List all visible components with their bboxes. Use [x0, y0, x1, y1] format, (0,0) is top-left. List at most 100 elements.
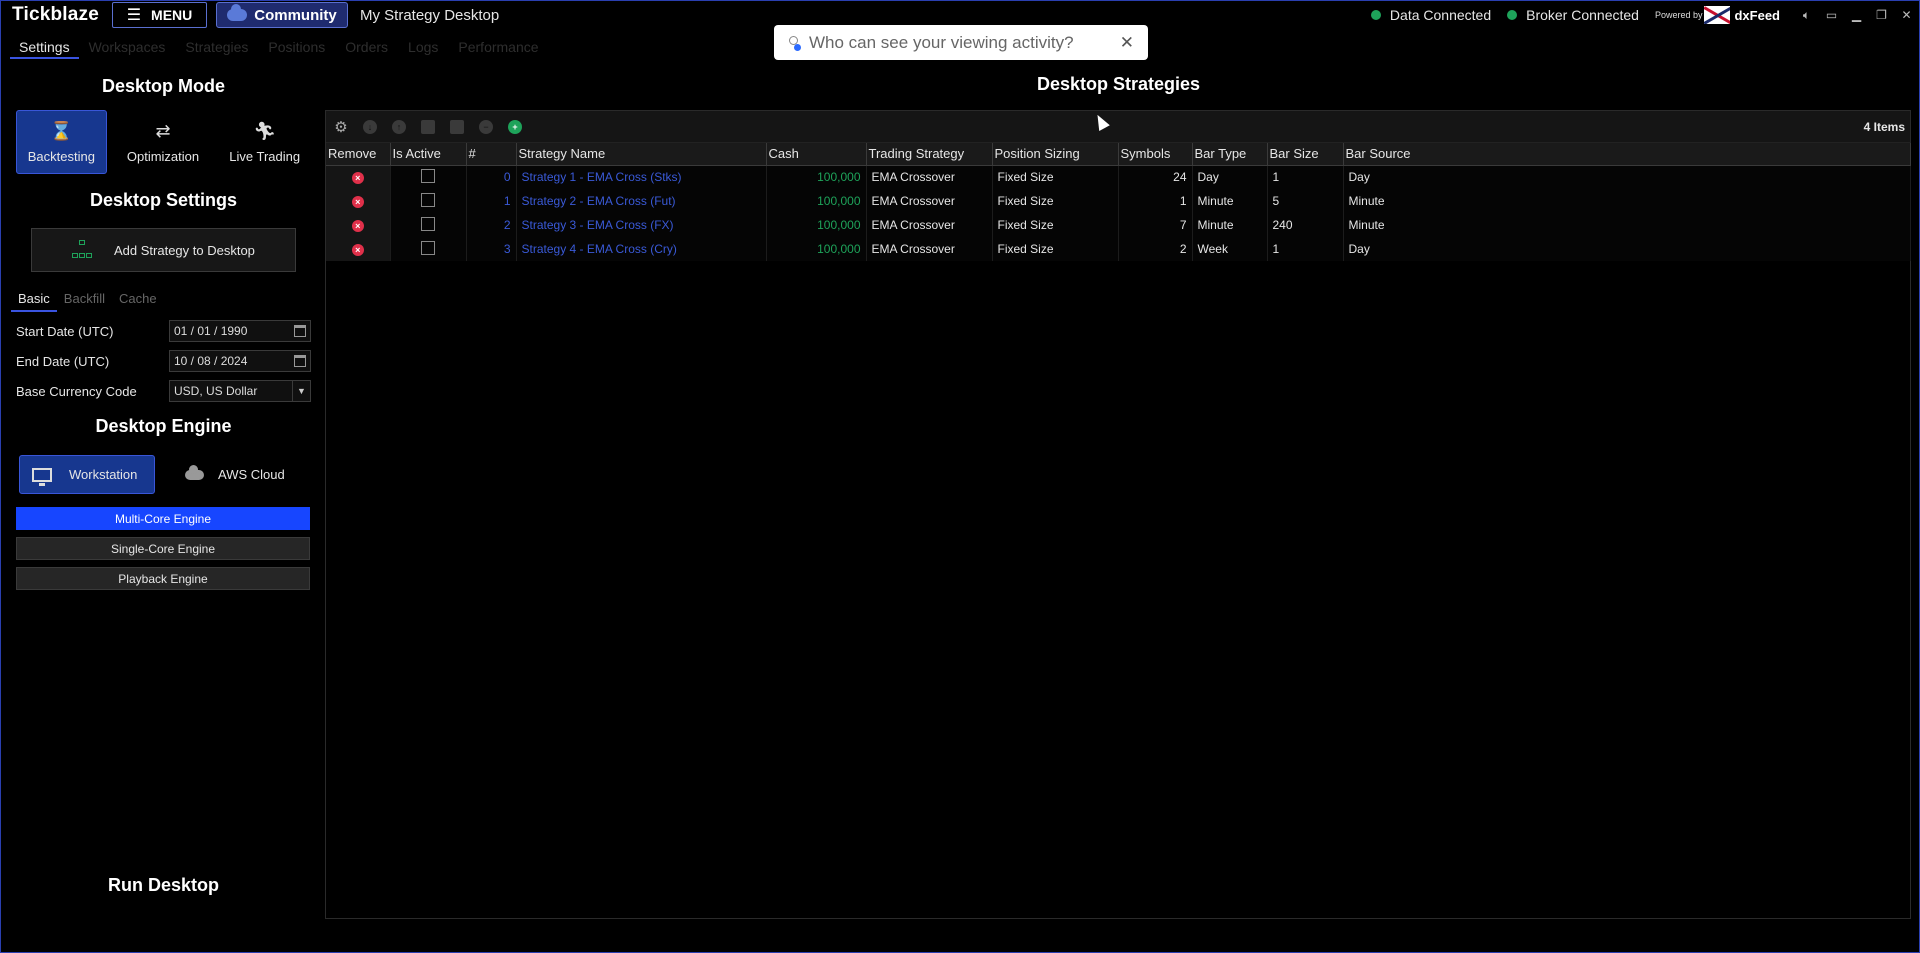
is-active-checkbox[interactable]	[421, 168, 435, 183]
tab-positions[interactable]: Positions	[258, 35, 335, 59]
bar-source-value: Minute	[1343, 213, 1911, 237]
row-number: 0	[466, 165, 517, 189]
symbols-value: 2	[1118, 237, 1193, 261]
aws-cloud-button[interactable]: AWS Cloud	[185, 455, 285, 494]
tab-settings[interactable]: Settings	[10, 35, 79, 59]
start-date-field[interactable]: 01 / 01 / 1990	[169, 320, 311, 342]
close-window-icon[interactable]: ✕	[1894, 8, 1919, 22]
col-bar-type[interactable]: Bar Type	[1192, 143, 1268, 166]
end-date-label: End Date (UTC)	[16, 353, 110, 369]
run-desktop-title: Run Desktop	[107, 875, 219, 895]
remove-row-icon[interactable]: ×	[351, 220, 364, 232]
table-row[interactable]: × 2 Strategy 3 - EMA Cross (FX) 100,000 …	[326, 213, 1911, 237]
tab-strategies[interactable]: Strategies	[175, 35, 258, 59]
desktop-engine-title: Desktop Engine	[95, 416, 232, 436]
community-button[interactable]: Community	[216, 2, 348, 28]
col-position-sizing[interactable]: Position Sizing	[992, 143, 1119, 166]
restore-panel-icon[interactable]: ▭	[1819, 8, 1844, 22]
move-down-icon[interactable]: ↓	[363, 119, 377, 134]
menu-button[interactable]: ☰ MENU	[112, 2, 207, 28]
chevron-down-icon[interactable]: ▼	[292, 381, 310, 401]
col-number[interactable]: #	[466, 143, 517, 166]
active-cell	[390, 189, 467, 213]
cash-value: 100,000	[766, 189, 867, 213]
strategy-name-link[interactable]: Strategy 4 - EMA Cross (Cry)	[516, 237, 767, 261]
playback-engine-button[interactable]: Playback Engine	[16, 567, 310, 590]
strategy-name-link[interactable]: Strategy 2 - EMA Cross (Fut)	[516, 189, 767, 213]
col-bar-source[interactable]: Bar Source	[1343, 143, 1911, 166]
col-cash[interactable]: Cash	[766, 143, 867, 166]
maximize-icon[interactable]: ❐	[1869, 8, 1894, 22]
calendar-icon[interactable]	[294, 355, 306, 367]
cloud-icon	[185, 464, 204, 480]
subtab-basic[interactable]: Basic	[11, 290, 57, 312]
col-remove[interactable]: Remove	[326, 143, 391, 166]
row-number: 2	[466, 213, 517, 237]
remove-row-icon[interactable]: ×	[351, 196, 364, 208]
minimize-icon[interactable]: ▁	[1844, 8, 1869, 22]
table-row[interactable]: × 0 Strategy 1 - EMA Cross (Stks) 100,00…	[326, 165, 1911, 189]
close-icon[interactable]: ✕	[1120, 33, 1134, 53]
hierarchy-icon	[72, 240, 92, 260]
strategies-table: Remove Is Active # Strategy Name Cash Tr…	[326, 143, 1911, 261]
move-up-icon[interactable]: ↑	[392, 119, 406, 134]
is-active-checkbox[interactable]	[421, 192, 435, 207]
feed-name: dxFeed	[1734, 7, 1780, 23]
mode-optimization-button[interactable]: ⇄ Optimization	[118, 110, 209, 174]
end-date-field[interactable]: 10 / 08 / 2024	[169, 350, 311, 372]
remove-row-icon[interactable]: ×	[351, 172, 364, 185]
col-bar-size[interactable]: Bar Size	[1267, 143, 1344, 166]
subtab-cache[interactable]: Cache	[112, 290, 164, 312]
currency-value: USD, US Dollar	[174, 384, 258, 398]
remove-cell: ×	[326, 189, 391, 213]
table-row[interactable]: × 3 Strategy 4 - EMA Cross (Cry) 100,000…	[326, 237, 1911, 261]
copy-icon[interactable]	[421, 119, 435, 134]
tab-workspaces[interactable]: Workspaces	[79, 35, 176, 59]
engine-location-selector: Workstation AWS Cloud	[19, 455, 285, 494]
multi-core-engine-button[interactable]: Multi-Core Engine	[16, 507, 310, 530]
tab-logs[interactable]: Logs	[398, 35, 448, 59]
add-icon[interactable]: +	[508, 119, 522, 134]
speaker-icon[interactable]: 🔈︎	[1794, 8, 1819, 23]
person-icon	[787, 35, 801, 51]
bar-size-value: 1	[1267, 237, 1344, 261]
single-core-engine-button[interactable]: Single-Core Engine	[16, 537, 310, 560]
end-date-value: 10 / 08 / 2024	[174, 354, 248, 368]
bar-source-value: Minute	[1343, 189, 1911, 213]
runner-icon: 🏃︎	[253, 120, 277, 141]
is-active-checkbox[interactable]	[421, 216, 435, 231]
subtab-backfill[interactable]: Backfill	[57, 290, 112, 312]
calendar-icon[interactable]	[294, 325, 306, 337]
mode-live-trading-button[interactable]: 🏃︎ Live Trading	[219, 110, 310, 174]
settings-panel: Desktop Mode ⌛ Backtesting ⇄ Optimizatio…	[1, 59, 326, 953]
col-is-active[interactable]: Is Active	[390, 143, 467, 166]
end-date-row: End Date (UTC) 10 / 08 / 2024	[16, 349, 311, 373]
status-area: Data Connected Broker Connected Powered …	[1370, 1, 1919, 29]
workstation-button[interactable]: Workstation	[19, 455, 155, 494]
col-strategy-name[interactable]: Strategy Name	[516, 143, 767, 166]
hourglass-icon: ⌛	[50, 120, 73, 141]
is-active-checkbox[interactable]	[421, 240, 435, 255]
add-strategy-button[interactable]: Add Strategy to Desktop	[31, 228, 296, 272]
symbols-value: 24	[1118, 165, 1193, 189]
strategy-name-link[interactable]: Strategy 3 - EMA Cross (FX)	[516, 213, 767, 237]
col-symbols[interactable]: Symbols	[1118, 143, 1193, 166]
col-trading-strategy[interactable]: Trading Strategy	[866, 143, 993, 166]
gear-icon[interactable]: ⚙	[334, 119, 348, 136]
edit-icon[interactable]	[450, 119, 464, 134]
bar-type-value: Minute	[1192, 213, 1268, 237]
mode-backtesting-button[interactable]: ⌛ Backtesting	[16, 110, 107, 174]
mode-label: Live Trading	[229, 148, 301, 164]
strategy-name-link[interactable]: Strategy 1 - EMA Cross (Stks)	[516, 165, 767, 189]
mode-selector: ⌛ Backtesting ⇄ Optimization 🏃︎ Live Tra…	[16, 110, 321, 174]
trading-strategy-value: EMA Crossover	[866, 213, 993, 237]
tab-performance[interactable]: Performance	[448, 35, 548, 59]
tab-orders[interactable]: Orders	[335, 35, 398, 59]
table-row[interactable]: × 1 Strategy 2 - EMA Cross (Fut) 100,000…	[326, 189, 1911, 213]
remove-icon[interactable]: −	[479, 119, 493, 134]
row-number: 3	[466, 237, 517, 261]
currency-select[interactable]: USD, US Dollar ▼	[169, 380, 311, 402]
app-window: Tickblaze ☰ MENU Community My Strategy D…	[0, 0, 1920, 953]
remove-row-icon[interactable]: ×	[351, 244, 364, 256]
desktop-strategies-title: Desktop Strategies	[1036, 74, 1201, 94]
